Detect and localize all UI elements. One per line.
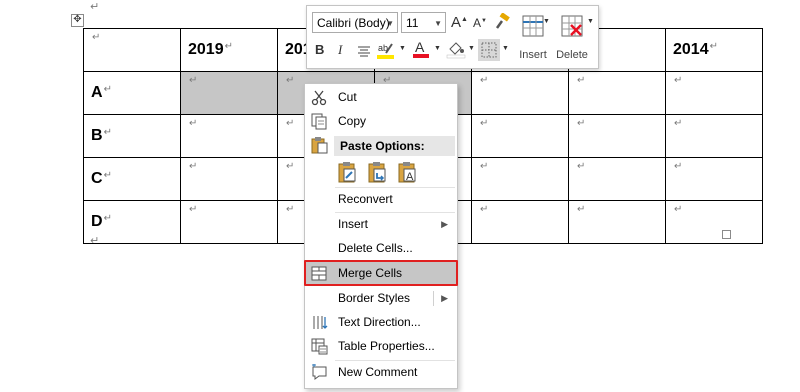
selected-cell[interactable]: ↵ [180, 71, 278, 115]
row-label-cell[interactable]: D↵ [83, 200, 181, 244]
chevron-down-icon[interactable]: ▼ [468, 45, 475, 52]
table-cell[interactable]: ↵ [568, 157, 666, 201]
table-cell[interactable]: ↵ [83, 28, 181, 72]
table-cell[interactable]: ↵ [665, 114, 763, 158]
submenu-arrow-icon[interactable]: ▶ [441, 287, 448, 310]
chevron-down-icon[interactable]: ▼ [587, 18, 594, 25]
highlight-icon[interactable]: ab [376, 40, 396, 60]
menu-item-insert[interactable]: Insert ▶ [305, 213, 457, 236]
paste-keep-formatting-icon[interactable] [336, 160, 360, 184]
table-cell[interactable]: ↵ [180, 114, 278, 158]
submenu-arrow-icon: ▶ [441, 219, 448, 229]
font-size-dropdown[interactable]: 11 ▼ [401, 12, 446, 33]
menu-item-delete-cells[interactable]: Delete Cells... [305, 237, 457, 260]
chevron-down-icon[interactable]: ▼ [434, 45, 441, 52]
year-header-cell[interactable]: 2014↵ [665, 28, 763, 72]
paste-options-header: Paste Options: [334, 136, 455, 156]
table-cell[interactable]: ↵ [180, 157, 278, 201]
table-cell[interactable]: ↵ [471, 200, 569, 244]
table-cell[interactable]: ↵ [665, 71, 763, 115]
merge-cells-callout-box [304, 260, 458, 286]
menu-item-copy[interactable]: Copy [305, 110, 457, 133]
menu-item-border-styles[interactable]: Border Styles ▶ [305, 287, 457, 310]
italic-button[interactable]: I [338, 42, 342, 58]
table-cell[interactable]: ↵ [471, 71, 569, 115]
context-menu: Cut Copy Paste Options: A Reconvert Inse… [304, 83, 458, 389]
delete-button[interactable]: Delete [552, 12, 592, 64]
row-label-cell[interactable]: B↵ [83, 114, 181, 158]
table-cell[interactable]: ↵ [568, 200, 666, 244]
menu-item-new-comment[interactable]: New Comment [305, 361, 457, 384]
font-name-dropdown[interactable]: Calibri (Body) ▼ [312, 12, 398, 33]
shading-icon[interactable] [446, 39, 466, 59]
paste-icon [311, 137, 328, 154]
table-cell[interactable]: ↵ [568, 71, 666, 115]
paragraph-mark: ↵ [90, 0, 100, 13]
year-header-cell[interactable]: 2019↵ [180, 28, 278, 72]
split-separator [433, 291, 434, 306]
scissors-icon [311, 90, 327, 106]
paste-merge-formatting-icon[interactable] [366, 160, 390, 184]
mini-toolbar: Calibri (Body) ▼ 11 ▼ A▲ A▼ B I ab ▼ A ▼ ▼… [306, 5, 599, 69]
table-cell[interactable]: ↵ [665, 157, 763, 201]
grow-font-icon[interactable]: A▲ [451, 14, 468, 31]
menu-item-cut[interactable]: Cut [305, 86, 457, 109]
menu-item-text-direction[interactable]: Text Direction... [305, 311, 457, 334]
menu-item-table-properties[interactable]: Table Properties... [305, 335, 457, 358]
svg-text:A: A [415, 39, 425, 55]
chevron-down-icon[interactable]: ▼ [399, 45, 406, 52]
chevron-down-icon[interactable]: ▼ [502, 45, 509, 52]
svg-text:A: A [406, 171, 414, 183]
table-cell[interactable]: ↵ [471, 157, 569, 201]
table-cell[interactable]: ↵ [471, 114, 569, 158]
bold-button[interactable]: B [315, 42, 324, 57]
copy-icon [311, 113, 327, 130]
menu-item-reconvert[interactable]: Reconvert [305, 188, 457, 211]
font-color-icon[interactable]: A [412, 39, 430, 59]
borders-icon[interactable] [478, 39, 500, 61]
table-cell[interactable]: ↵ [180, 200, 278, 244]
table-properties-icon [311, 338, 328, 355]
table-cell[interactable]: ↵ [665, 200, 763, 244]
row-label-cell[interactable]: C↵ [83, 157, 181, 201]
chevron-down-icon: ▼ [434, 19, 442, 28]
table-cell[interactable]: ↵ [568, 114, 666, 158]
format-painter-icon[interactable] [493, 12, 511, 31]
paste-keep-text-only-icon[interactable]: A [396, 160, 420, 184]
align-center-icon[interactable] [357, 44, 371, 58]
chevron-down-icon: ▼ [386, 19, 394, 28]
row-label-cell[interactable]: A↵ [83, 71, 181, 115]
table-move-handle-icon[interactable]: ✥ [71, 14, 84, 27]
chevron-down-icon[interactable]: ▼ [543, 18, 550, 25]
text-direction-icon [313, 316, 328, 329]
insert-table-icon [522, 15, 544, 37]
comment-icon [312, 364, 327, 380]
delete-table-icon [561, 15, 583, 37]
shrink-font-icon[interactable]: A▼ [473, 16, 487, 30]
